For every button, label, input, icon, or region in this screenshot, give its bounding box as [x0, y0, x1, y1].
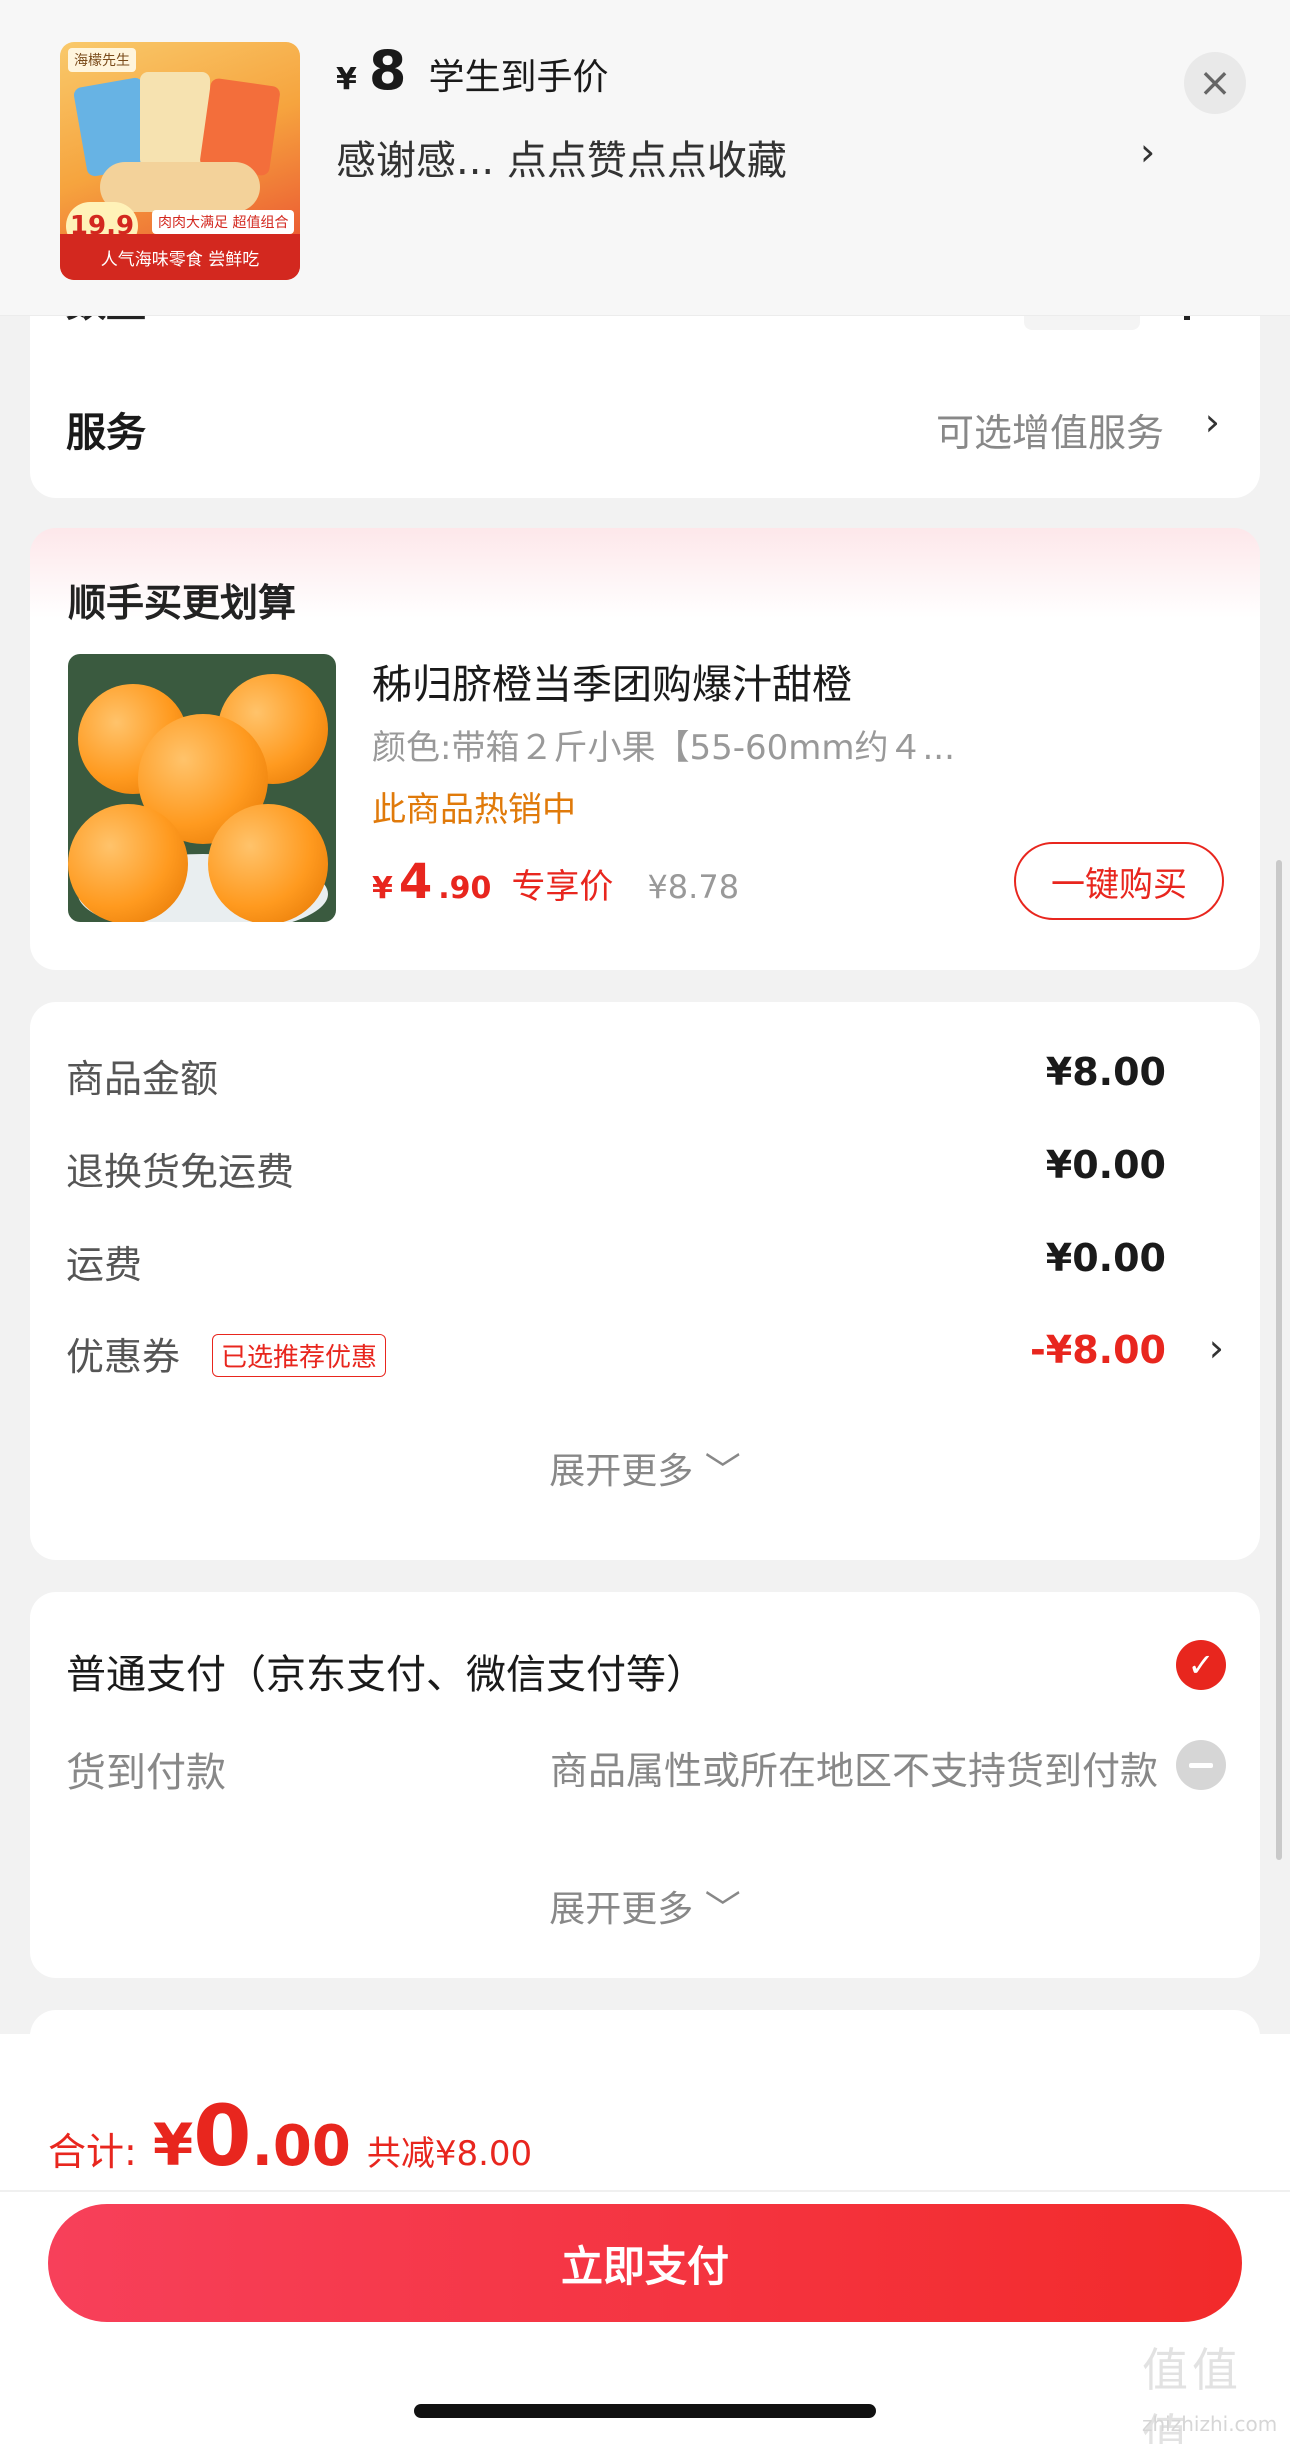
row-value: ¥0.00: [1045, 1143, 1166, 1187]
original-price: ¥8.78: [647, 868, 740, 906]
order-total: 合计: ¥ 0 .00 共减¥8.00: [48, 2094, 532, 2179]
upsell-title: 顺手买更划算: [68, 581, 297, 625]
floating-promo-banner[interactable]: 海檬先生 19.9 肉肉大满足 超值组合 人气海味零食 尝鲜吃 ¥ 8 学生到手…: [0, 0, 1290, 316]
upsell-price: ¥ 4 .90 专享价 ¥8.78: [372, 858, 739, 908]
currency-symbol: ¥: [152, 2111, 194, 2179]
one-click-buy-button[interactable]: 一键购买: [1014, 842, 1224, 920]
row-label: 商品金额: [66, 1057, 219, 1101]
service-option-link[interactable]: 可选增值服务: [936, 402, 1164, 457]
total-decimal: .00: [251, 2114, 351, 2179]
currency-symbol: ¥: [372, 871, 393, 906]
student-price: ¥ 8 学生到手价: [336, 44, 608, 100]
upsell-product-spec: 颜色:带箱２斤小果【55-60mm约４...: [372, 728, 955, 768]
promo-ribbon: 人气海味零食 尝鲜吃: [60, 234, 300, 280]
chevron-right-icon[interactable]: ›: [1205, 400, 1220, 444]
promo-tag: 肉肉大满足 超值组合: [152, 210, 295, 234]
orange-shape: [68, 804, 188, 922]
price-row-shipping: 运费 ¥0.00: [66, 1234, 1224, 1294]
currency-symbol: ¥: [336, 62, 357, 97]
service-label: 服务: [66, 410, 146, 456]
total-saved: 共减¥8.00: [366, 2134, 533, 2174]
price-decimal: .90: [438, 871, 492, 906]
upsell-card: 顺手买更划算 秭归脐橙当季团购爆汁甜橙 颜色:带箱２斤小果【55-60mm约４.…: [30, 528, 1260, 970]
hot-sale-label: 此商品热销中: [372, 790, 576, 830]
promo-brand-label: 海檬先生: [68, 48, 136, 72]
chevron-right-icon[interactable]: ›: [1209, 1326, 1224, 1370]
snack-pack-image: [140, 72, 210, 167]
row-label: 优惠券: [66, 1335, 181, 1379]
price-label: 学生到手价: [428, 57, 609, 98]
banner-subtitle[interactable]: 感谢感... 点点赞点点收藏: [336, 128, 787, 186]
orange-shape: [208, 804, 328, 922]
checkout-bottom-bar: 合计: ¥ 0 .00 共减¥8.00 立即支付 值值值 zhizhizhi.c…: [0, 2034, 1290, 2444]
expand-more-button[interactable]: 展开更多 ﹀: [30, 1442, 1260, 1494]
total-label: 合计:: [48, 2130, 137, 2174]
total-integer: 0: [193, 2087, 252, 2185]
divider: [0, 2190, 1290, 2192]
price-row-return-shipping: 退换货免运费 ¥0.00: [66, 1141, 1224, 1201]
expand-more-button[interactable]: 展开更多 ﹀: [30, 1880, 1260, 1932]
watermark-url: zhizhizhi.com: [1142, 2412, 1278, 2436]
disabled-icon: [1176, 1740, 1226, 1790]
scrollbar[interactable]: [1276, 860, 1282, 1860]
coupon-discount-value: -¥8.00: [1030, 1328, 1166, 1372]
price-detail-card: 商品金额 ¥8.00 退换货免运费 ¥0.00 运费 ¥0.00 优惠券 已选推…: [30, 1002, 1260, 1560]
checkmark-icon[interactable]: ✓: [1176, 1640, 1226, 1690]
upsell-product-name[interactable]: 秭归脐橙当季团购爆汁甜橙: [372, 652, 852, 710]
pay-now-button[interactable]: 立即支付: [48, 2204, 1242, 2322]
close-icon[interactable]: ×: [1184, 52, 1246, 114]
normal-payment-option[interactable]: 普通支付（京东支付、微信支付等）: [66, 1642, 706, 1700]
row-label: 退换货免运费: [66, 1150, 295, 1194]
coupon-selected-badge: 已选推荐优惠: [212, 1334, 387, 1377]
cash-on-delivery-option: 货到付款: [66, 1750, 226, 1796]
payment-method-card: 普通支付（京东支付、微信支付等） ✓ 货到付款 商品属性或所在地区不支持货到付款…: [30, 1592, 1260, 1978]
cod-unavailable-note: 商品属性或所在地区不支持货到付款: [549, 1749, 1158, 1793]
chevron-right-icon[interactable]: ›: [1140, 130, 1155, 174]
price-row-coupon[interactable]: 优惠券 已选推荐优惠 -¥8.00 ›: [66, 1326, 1224, 1386]
home-indicator[interactable]: [414, 2404, 876, 2418]
price-integer: 4: [398, 854, 433, 910]
promo-product-image[interactable]: 海檬先生 19.9 肉肉大满足 超值组合 人气海味零食 尝鲜吃: [60, 42, 300, 280]
orange-product-image[interactable]: [68, 654, 336, 922]
price-row-goods: 商品金额 ¥8.00: [66, 1048, 1224, 1108]
price-value: 8: [368, 39, 407, 102]
row-label: 运费: [66, 1243, 143, 1287]
row-value: ¥0.00: [1045, 1236, 1166, 1280]
row-value: ¥8.00: [1045, 1050, 1166, 1094]
exclusive-price-label: 专享价: [511, 867, 614, 907]
